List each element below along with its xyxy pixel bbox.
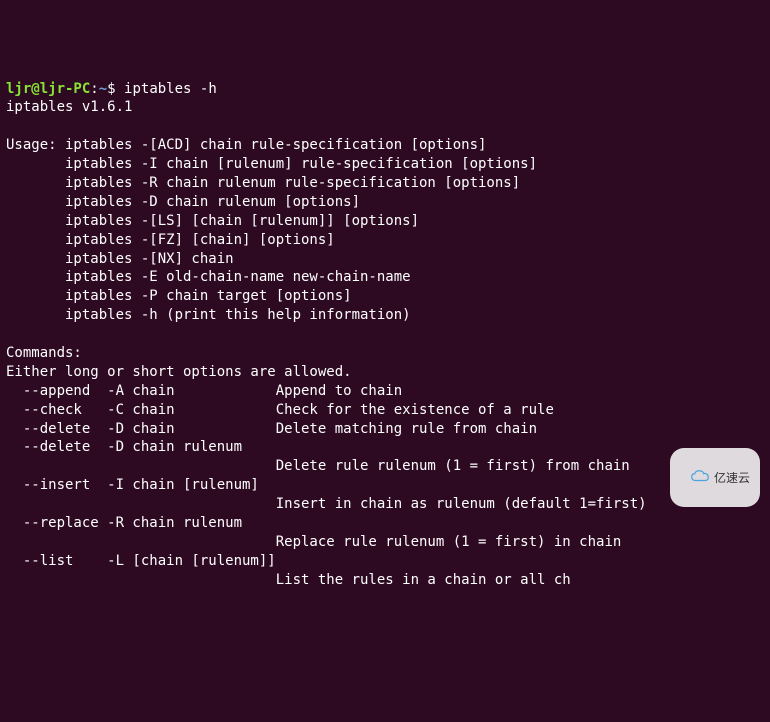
output-line: --append -A chain Append to chain: [6, 383, 402, 399]
output-line: --replace -R chain rulenum: [6, 515, 242, 531]
output-line: Delete rule rulenum (1 = first) from cha…: [6, 458, 630, 474]
cloud-icon: [678, 452, 709, 503]
output-line: Either long or short options are allowed…: [6, 364, 352, 380]
command-text: iptables -h: [124, 81, 217, 97]
prompt-symbol: $: [107, 81, 124, 97]
output-line: iptables -h (print this help information…: [6, 307, 411, 323]
output-line: iptables -[LS] [chain [rulenum]] [option…: [6, 213, 419, 229]
output-line: iptables -[NX] chain: [6, 251, 234, 267]
output-line: --insert -I chain [rulenum]: [6, 477, 259, 493]
output-line: iptables -R chain rulenum rule-specifica…: [6, 175, 520, 191]
output-line: iptables -P chain target [options]: [6, 288, 352, 304]
watermark-text: 亿速云: [714, 470, 750, 486]
prompt-separator: :: [90, 81, 98, 97]
output-line: iptables -[FZ] [chain] [options]: [6, 232, 335, 248]
output-line: Insert in chain as rulenum (default 1=fi…: [6, 496, 647, 512]
output-line: --list -L [chain [rulenum]]: [6, 553, 276, 569]
output-line: --check -C chain Check for the existence…: [6, 402, 554, 418]
output-line: iptables v1.6.1: [6, 99, 132, 115]
prompt-path: ~: [99, 81, 107, 97]
output-line: --delete -D chain rulenum: [6, 439, 242, 455]
output-line: iptables -D chain rulenum [options]: [6, 194, 360, 210]
watermark-badge: 亿速云: [670, 448, 760, 507]
output-line: --delete -D chain Delete matching rule f…: [6, 421, 537, 437]
output-line: Usage: iptables -[ACD] chain rule-specif…: [6, 137, 486, 153]
terminal-output[interactable]: ljr@ljr-PC:~$ iptables -h iptables v1.6.…: [6, 80, 764, 590]
output-line: Commands:: [6, 345, 82, 361]
prompt-user-host: ljr@ljr-PC: [6, 81, 90, 97]
output-line: iptables -I chain [rulenum] rule-specifi…: [6, 156, 537, 172]
output-line: iptables -E old-chain-name new-chain-nam…: [6, 269, 411, 285]
output-line: List the rules in a chain or all ch: [6, 572, 571, 588]
output-line: Replace rule rulenum (1 = first) in chai…: [6, 534, 621, 550]
